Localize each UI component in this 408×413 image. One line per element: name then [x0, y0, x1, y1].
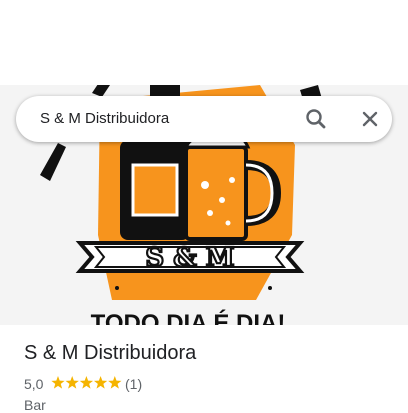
- place-info-panel: S & M Distribuidora 5,0 (1) Bar: [0, 325, 408, 413]
- search-input[interactable]: S & M Distribuidora: [40, 110, 169, 127]
- logo-banner-text: S & M: [145, 243, 234, 273]
- search-bar[interactable]: S & M Distribuidora: [16, 96, 392, 142]
- place-title: S & M Distribuidora: [24, 342, 197, 364]
- star-icon: [51, 376, 65, 389]
- star-rating: [51, 375, 123, 391]
- search-icon[interactable]: [302, 105, 330, 133]
- rating-value: 5,0: [24, 376, 44, 392]
- place-category[interactable]: Bar: [24, 397, 46, 413]
- map-top-area: [0, 0, 408, 85]
- logo-slogan: TODO DIA É DIA!: [91, 309, 286, 325]
- star-icon: [93, 376, 108, 389]
- star-icon: [79, 376, 94, 389]
- review-count[interactable]: (1): [125, 376, 142, 392]
- close-icon[interactable]: [356, 105, 384, 133]
- star-icon: [65, 376, 79, 389]
- star-icon: [108, 376, 122, 389]
